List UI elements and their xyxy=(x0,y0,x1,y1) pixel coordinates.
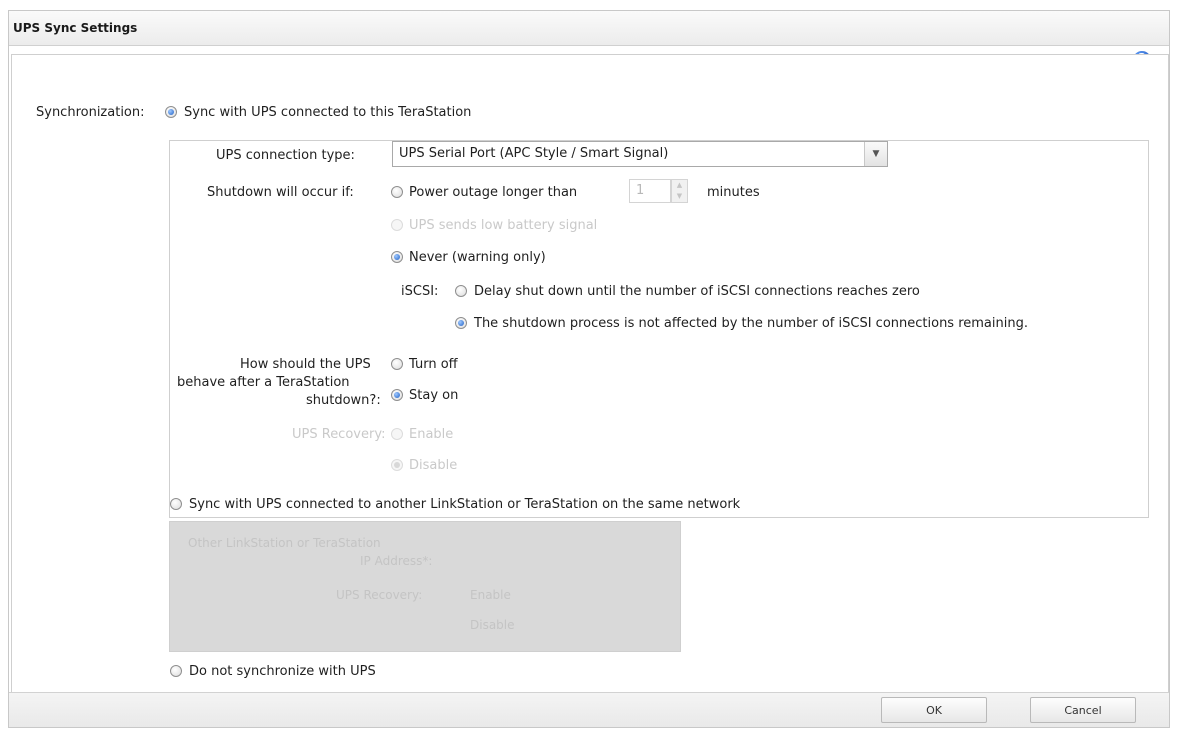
behavior-label-line1: How should the UPS xyxy=(240,357,371,372)
other-recovery-enable: Enable xyxy=(470,588,511,602)
never-warning-label[interactable]: Never (warning only) xyxy=(409,250,546,265)
other-ip-label-line1: Other LinkStation or TeraStation xyxy=(188,536,381,550)
iscsi-label: iSCSI: xyxy=(401,284,439,299)
ups-stay-on-radio[interactable] xyxy=(391,389,403,401)
settings-panel: Synchronization: Sync with UPS connected… xyxy=(11,54,1169,694)
recovery-enable-radio[interactable] xyxy=(391,428,403,440)
do-not-sync-label[interactable]: Do not synchronize with UPS xyxy=(189,664,376,679)
iscsi-not-affected-radio[interactable] xyxy=(455,317,467,329)
other-station-panel: Other LinkStation or TeraStation IP Addr… xyxy=(169,521,681,652)
iscsi-not-affected-label[interactable]: The shutdown process is not affected by … xyxy=(474,316,1028,331)
connection-type-select[interactable]: UPS Serial Port (APC Style / Smart Signa… xyxy=(392,141,888,167)
low-battery-label: UPS sends low battery signal xyxy=(409,218,598,233)
sync-this-terastation-label[interactable]: Sync with UPS connected to this TeraStat… xyxy=(184,105,471,120)
other-recovery-disable: Disable xyxy=(470,618,515,632)
ups-turn-off-radio[interactable] xyxy=(391,358,403,370)
minutes-input[interactable]: 1 xyxy=(629,179,671,203)
low-battery-radio[interactable] xyxy=(391,219,403,231)
behavior-label-line3: shutdown?: xyxy=(306,393,381,408)
recovery-disable-radio[interactable] xyxy=(391,459,403,471)
cancel-button[interactable]: Cancel xyxy=(1030,697,1136,723)
power-outage-radio[interactable] xyxy=(391,186,403,198)
sync-this-terastation-radio[interactable] xyxy=(165,106,177,118)
other-ip-label-line2: IP Address*: xyxy=(360,554,433,568)
ups-recovery-label: UPS Recovery: xyxy=(292,427,386,442)
sync-other-station-radio[interactable] xyxy=(170,498,182,510)
chevron-down-icon: ▼ xyxy=(864,142,887,166)
sync-other-station-label[interactable]: Sync with UPS connected to another LinkS… xyxy=(189,497,740,512)
synchronization-label: Synchronization: xyxy=(36,105,145,120)
recovery-enable-label: Enable xyxy=(409,427,454,442)
iscsi-delay-radio[interactable] xyxy=(455,285,467,297)
connection-type-value: UPS Serial Port (APC Style / Smart Signa… xyxy=(399,146,669,161)
ups-turn-off-label[interactable]: Turn off xyxy=(409,357,458,372)
do-not-sync-radio[interactable] xyxy=(170,665,182,677)
minutes-unit-label: minutes xyxy=(707,185,760,200)
shutdown-label: Shutdown will occur if: xyxy=(207,185,354,200)
dialog-footer: OK Cancel xyxy=(9,692,1169,727)
ups-sync-settings-dialog: UPS Sync Settings ? ▾ Synchronization: S… xyxy=(8,10,1170,728)
connection-type-label: UPS connection type: xyxy=(216,148,355,163)
ok-button[interactable]: OK xyxy=(881,697,987,723)
power-outage-label[interactable]: Power outage longer than xyxy=(409,185,577,200)
iscsi-delay-label[interactable]: Delay shut down until the number of iSCS… xyxy=(474,284,920,299)
minutes-spinner[interactable]: ▲ ▼ xyxy=(671,179,688,203)
recovery-disable-label: Disable xyxy=(409,458,458,473)
dialog-title: UPS Sync Settings xyxy=(9,11,1169,46)
behavior-label-line2: behave after a TeraStation xyxy=(177,375,350,390)
never-warning-radio[interactable] xyxy=(391,251,403,263)
ups-stay-on-label[interactable]: Stay on xyxy=(409,388,458,403)
other-recovery-label: UPS Recovery: xyxy=(336,588,423,602)
